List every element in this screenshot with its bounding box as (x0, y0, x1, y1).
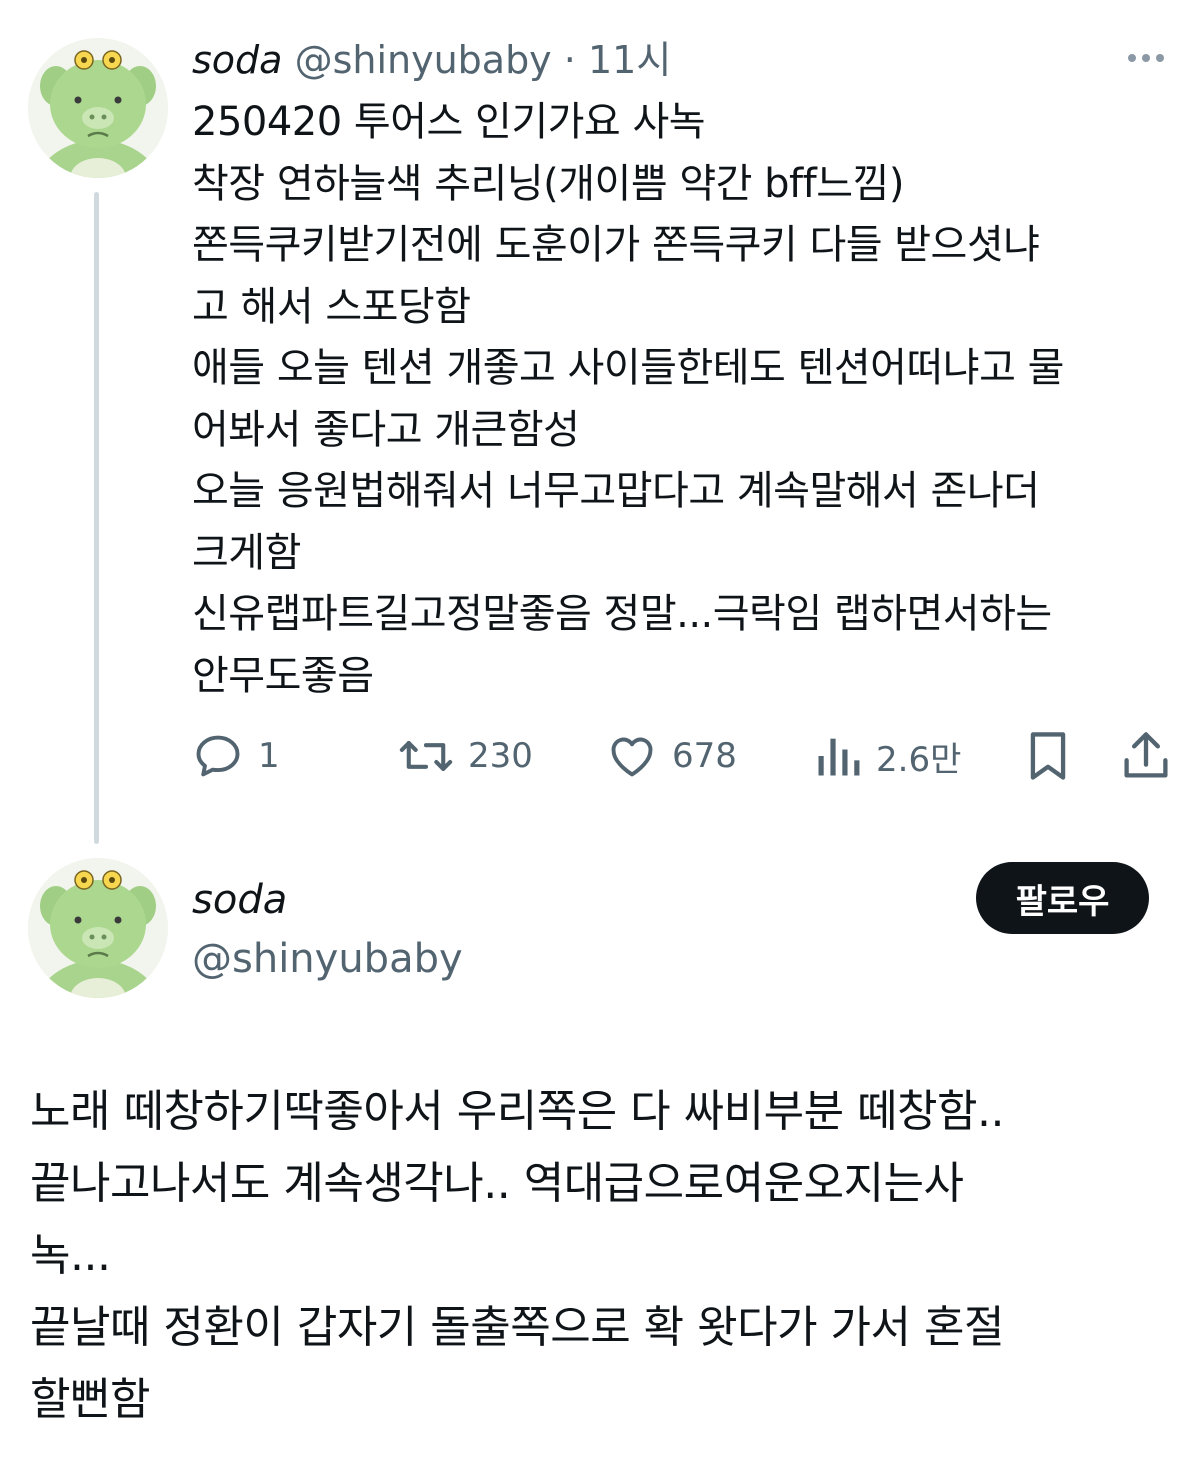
tweet-time[interactable]: 11시 (588, 38, 671, 82)
bookmark-button[interactable] (1022, 726, 1074, 786)
like-count: 678 (672, 736, 737, 776)
reply-button[interactable]: 1 (192, 726, 280, 786)
tweet-line: 크게함 (192, 529, 301, 576)
reply-line: 끝날때 정환이 갑자기 돌출쪽으로 확 왓다가 가서 혼절 (30, 1302, 1004, 1353)
like-icon (611, 737, 653, 777)
tweet-line: 고 해서 스포당함 (192, 283, 471, 330)
retweet-icon (399, 741, 453, 771)
tweet-line: 250420 투어스 인기가요 사녹 (192, 99, 706, 145)
views-button[interactable]: 2.6만 (814, 726, 961, 786)
avatar-image (28, 38, 168, 178)
tweet-header: soda @shinyubaby · 11시 (192, 32, 671, 88)
tweet-line: 오늘 응원법해줘서 너무고맙다고 계속말해서 존나더 (192, 468, 1040, 514)
tweet-line: 쫀득쿠키받기전에 도훈이가 쫀득쿠키 다들 받으셧냐 (192, 222, 1040, 268)
retweet-button[interactable]: 230 (398, 726, 533, 786)
views-icon (818, 738, 860, 776)
thread-line (94, 192, 99, 844)
share-icon (1124, 732, 1168, 778)
bookmark-icon (1030, 732, 1066, 780)
reply-author-name[interactable]: soda (192, 872, 287, 928)
tweet-line: 안무도좋음 (192, 652, 374, 699)
like-button[interactable]: 678 (606, 726, 737, 786)
follow-button[interactable]: 팔로우 (976, 862, 1149, 934)
reply-text: 노래 떼창하기딱좋아서 우리쪽은 다 싸비부분 떼창함.. 끝나고나서도 계속생… (30, 1076, 1180, 1436)
reply-line: 할뻔함 (30, 1374, 150, 1425)
reply-avatar[interactable] (28, 858, 168, 998)
tweet-line: 신유랩파트길고정말좋음 정말...극락임 랩하면서하는 (192, 591, 1052, 637)
author-name[interactable]: soda (192, 38, 282, 82)
reply-count: 1 (258, 736, 280, 776)
reply-line: 끝나고나서도 계속생각나.. 역대급으로여운오지는사 (30, 1158, 964, 1209)
retweet-count: 230 (468, 736, 533, 776)
action-bar: 1 230 678 2.6만 (192, 726, 1172, 786)
avatar[interactable] (28, 38, 168, 178)
views-count: 2.6만 (876, 739, 962, 780)
tweet-line: 어봐서 좋다고 개큰함성 (192, 406, 580, 453)
reply-author-handle[interactable]: @shinyubaby (192, 930, 463, 988)
reply-line: 노래 떼창하기딱좋아서 우리쪽은 다 싸비부분 떼창함.. (30, 1086, 1004, 1137)
tweet-text: 250420 투어스 인기가요 사녹 착장 연하늘색 추리닝(개이쁨 약간 bf… (192, 92, 1177, 707)
more-icon[interactable] (1122, 40, 1170, 76)
reply-line: 녹... (30, 1230, 111, 1281)
avatar-image (28, 858, 168, 998)
tweet-line: 애들 오늘 텐션 개좋고 사이들한테도 텐션어떠냐고 물 (192, 345, 1064, 391)
share-button[interactable] (1120, 726, 1172, 786)
author-handle[interactable]: @shinyubaby (295, 38, 552, 82)
separator-dot: · (563, 38, 576, 82)
reply-icon (196, 735, 240, 777)
tweet-line: 착장 연하늘색 추리닝(개이쁨 약간 bff느낌) (192, 160, 904, 207)
